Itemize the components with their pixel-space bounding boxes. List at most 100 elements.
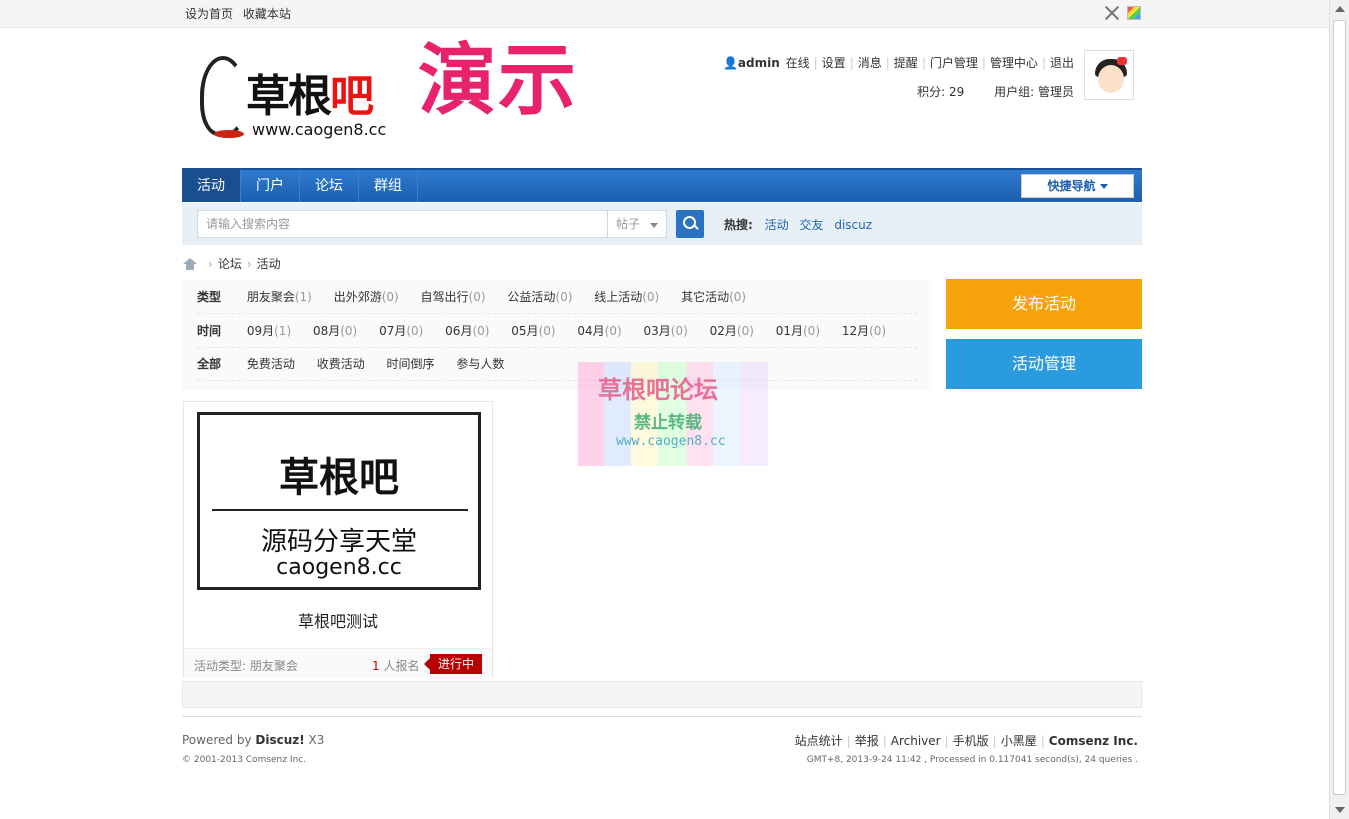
nav-item-activity[interactable]: 活动 xyxy=(182,170,241,202)
breadcrumb-forum[interactable]: 论坛 xyxy=(218,255,242,272)
filter-option[interactable]: 公益活动(0) xyxy=(507,290,572,304)
scroll-up-icon[interactable] xyxy=(1335,6,1345,12)
logout-link[interactable]: 退出 xyxy=(1050,56,1074,70)
footer-link-mobile[interactable]: 手机版 xyxy=(953,734,989,748)
filter-label[interactable]: 全部 xyxy=(197,357,221,371)
search-scope-select[interactable]: 帖子 xyxy=(607,210,667,238)
logo-url: www.caogen8.cc xyxy=(252,120,387,139)
filter-option[interactable]: 02月(0) xyxy=(710,324,754,338)
sort-option[interactable]: 免费活动 xyxy=(247,357,295,371)
search-input[interactable]: 请输入搜索内容 xyxy=(197,210,608,238)
filter-option[interactable]: 自驾出行(0) xyxy=(421,290,486,304)
render-info: GMT+8, 2013-9-24 11:42 , Processed in 0.… xyxy=(806,755,1138,765)
scroll-down-icon[interactable] xyxy=(1335,807,1345,813)
watermark-line2: 禁止转载 xyxy=(634,413,702,433)
top-bar: 设为首页 收藏本站 xyxy=(0,0,1329,28)
expand-icon[interactable] xyxy=(1105,6,1119,20)
search-button[interactable] xyxy=(676,210,704,238)
portal-manage-link[interactable]: 门户管理 xyxy=(930,56,978,70)
thumbnail-slogan: 源码分享天堂 xyxy=(260,527,417,557)
nav-item-groups[interactable]: 群组 xyxy=(359,170,418,202)
demo-banner: 演示 xyxy=(418,36,579,126)
user-panel: 👤admin 在线 | 设置 | 消息 | 提醒 | 门户管理 | 管理中心 | 退出 积分: 29 用… xyxy=(722,56,1074,99)
search-bar: 请输入搜索内容 帖子 热搜: 活动 交友 discuz xyxy=(182,203,1142,245)
footer-link-blackroom[interactable]: 小黑屋 xyxy=(1001,734,1037,748)
footer-link-stats[interactable]: 站点统计 xyxy=(795,734,843,748)
discuz-link[interactable]: Discuz! xyxy=(255,733,304,747)
bookmark-link[interactable]: 收藏本站 xyxy=(243,7,291,21)
set-home-link[interactable]: 设为首页 xyxy=(185,7,233,21)
filter-label: 类型 xyxy=(197,290,222,304)
filter-option[interactable]: 其它活动(0) xyxy=(681,290,746,304)
hot-search-label: 热搜: xyxy=(724,218,753,232)
filter-row-sort: 全部 免费活动 收费活动 时间倒序 参与人数 xyxy=(197,348,917,381)
footer-link-archiver[interactable]: Archiver xyxy=(891,734,941,748)
settings-link[interactable]: 设置 xyxy=(822,56,846,70)
sort-option[interactable]: 收费活动 xyxy=(317,357,365,371)
top-links: 设为首页 收藏本站 xyxy=(185,5,297,22)
hot-search: 热搜: 活动 交友 discuz xyxy=(724,216,879,233)
site-logo[interactable]: 草根吧 www.caogen8.cc xyxy=(200,46,400,146)
activity-card: 草根吧 源码分享天堂 caogen8.cc 草根吧测试 活动类型: 朋友聚会 1… xyxy=(183,401,493,678)
breadcrumb-activity[interactable]: 活动 xyxy=(257,255,281,272)
breadcrumb: › 论坛 › 活动 xyxy=(183,255,281,272)
logo-text: 草根吧 xyxy=(246,71,374,122)
scrollbar[interactable] xyxy=(1329,0,1349,819)
filter-option[interactable]: 03月(0) xyxy=(644,324,688,338)
quick-nav-button[interactable]: 快捷导航 xyxy=(1021,174,1134,198)
footer-link-report[interactable]: 举报 xyxy=(855,734,879,748)
pagination-bar xyxy=(182,681,1142,708)
nav-item-forum[interactable]: 论坛 xyxy=(300,170,359,202)
hot-search-item[interactable]: 活动 xyxy=(765,218,789,232)
footer-company[interactable]: Comsenz Inc. xyxy=(1049,734,1138,748)
filter-option[interactable]: 09月(1) xyxy=(247,324,291,338)
filter-option[interactable]: 12月(0) xyxy=(842,324,886,338)
watermark-line3: www.caogen8.cc xyxy=(616,434,726,449)
activity-thumbnail[interactable]: 草根吧 源码分享天堂 caogen8.cc xyxy=(197,412,481,590)
avatar[interactable] xyxy=(1084,50,1134,100)
hot-search-item[interactable]: 交友 xyxy=(799,218,823,232)
user-icon: 👤 xyxy=(722,56,738,70)
filter-option[interactable]: 05月(0) xyxy=(511,324,555,338)
home-icon[interactable] xyxy=(183,257,197,270)
usergroup-menu[interactable]: 用户组: 管理员 xyxy=(994,85,1074,99)
manage-activity-button[interactable]: 活动管理 xyxy=(946,339,1142,389)
color-scheme-icon[interactable] xyxy=(1127,6,1141,20)
filter-option[interactable]: 出外郊游(0) xyxy=(334,290,399,304)
thumbnail-title: 草根吧 xyxy=(279,454,399,501)
main-nav: 活动 门户 论坛 群组 快捷导航 xyxy=(182,168,1142,202)
online-status[interactable]: 在线 xyxy=(786,56,810,70)
copyright: © 2001-2013 Comsenz Inc. xyxy=(182,755,307,765)
filter-option[interactable]: 07月(0) xyxy=(379,324,423,338)
filter-option[interactable]: 01月(0) xyxy=(776,324,820,338)
filter-option[interactable]: 朋友聚会(1) xyxy=(247,290,312,304)
scrollbar-thumb[interactable] xyxy=(1333,20,1346,795)
activity-type: 活动类型: 朋友聚会 xyxy=(194,659,298,673)
username[interactable]: admin xyxy=(738,56,780,70)
thumbnail-url: caogen8.cc xyxy=(276,555,402,580)
sort-option[interactable]: 参与人数 xyxy=(456,357,504,371)
footer-links: 站点统计 | 举报 | Archiver | 手机版 | 小黑屋 | Comsenz Inc. xyxy=(794,734,1138,748)
filter-row-time: 时间 09月(1) 08月(0) 07月(0) 06月(0) 05月(0) 04… xyxy=(197,315,917,348)
filter-label: 时间 xyxy=(197,324,222,338)
messages-link[interactable]: 消息 xyxy=(858,56,882,70)
filter-option[interactable]: 04月(0) xyxy=(577,324,621,338)
logo-swirl-icon xyxy=(200,56,246,138)
filter-panel: 类型 朋友聚会(1) 出外郊游(0) 自驾出行(0) 公益活动(0) 线上活动(… xyxy=(182,280,932,390)
filter-row-type: 类型 朋友聚会(1) 出外郊游(0) 自驾出行(0) 公益活动(0) 线上活动(… xyxy=(197,281,917,314)
footer: Powered by Discuz! X3 © 2001-2013 Comsen… xyxy=(182,716,1142,765)
filter-option[interactable]: 线上活动(0) xyxy=(594,290,659,304)
reminders-link[interactable]: 提醒 xyxy=(894,56,918,70)
activity-title[interactable]: 草根吧测试 xyxy=(184,608,492,632)
nav-item-portal[interactable]: 门户 xyxy=(241,170,300,202)
hot-search-item[interactable]: discuz xyxy=(834,218,872,232)
points-menu[interactable]: 积分: 29 xyxy=(917,85,964,99)
top-right-tools xyxy=(1105,6,1141,20)
powered-by: Powered by Discuz! X3 xyxy=(182,733,325,747)
publish-activity-button[interactable]: 发布活动 xyxy=(946,279,1142,329)
sort-option[interactable]: 时间倒序 xyxy=(387,357,435,371)
status-badge: 进行中 xyxy=(423,654,483,674)
filter-option[interactable]: 08月(0) xyxy=(313,324,357,338)
admin-center-link[interactable]: 管理中心 xyxy=(990,56,1038,70)
filter-option[interactable]: 06月(0) xyxy=(445,324,489,338)
